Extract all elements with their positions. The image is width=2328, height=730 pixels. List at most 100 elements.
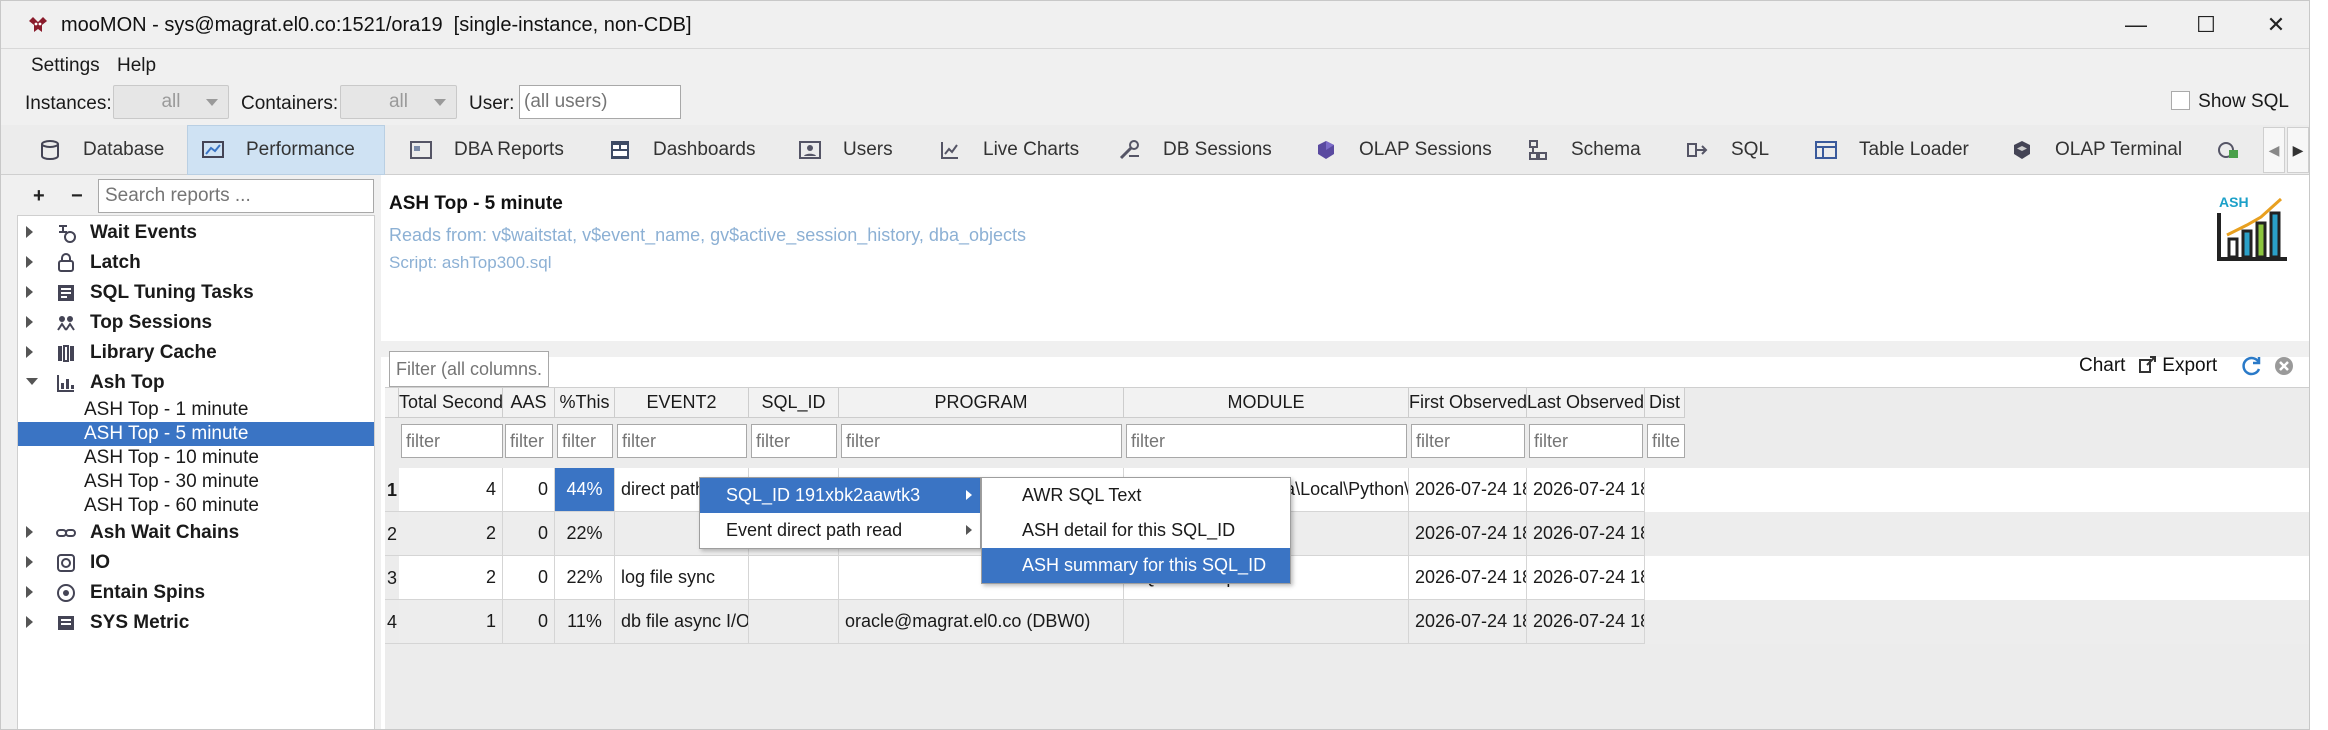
submenu-ash-detail[interactable]: ASH detail for this SQL_ID [982, 513, 1290, 548]
column-header[interactable]: Dist [1645, 388, 1685, 418]
expand-arrow-icon[interactable] [26, 616, 33, 628]
tree-node-top-sessions[interactable]: Top Sessions [18, 308, 374, 338]
context-menu-event[interactable]: Event direct path read [700, 513, 980, 548]
cell-last-observed[interactable]: 2026-07-24 18:19:23 [1527, 600, 1645, 644]
menu-help[interactable]: Help [117, 55, 156, 77]
tree-node-ash-top[interactable]: Ash Top [18, 368, 374, 398]
tab-scroll-left-button[interactable]: ◀ [2263, 127, 2285, 173]
instances-select[interactable]: all [113, 85, 229, 119]
tree-node-library-cache[interactable]: Library Cache [18, 338, 374, 368]
cell-first-observed[interactable]: 2026-07-24 18:19:23 [1409, 600, 1527, 644]
chart-button[interactable]: Chart [2079, 355, 2125, 377]
cell-pct-this[interactable]: 11% [555, 600, 615, 644]
cell-pct-this[interactable]: 44% [555, 468, 615, 512]
cell-first-observed[interactable]: 2026-07-24 18:19:02 [1409, 512, 1527, 556]
column-filter-input[interactable] [1126, 424, 1407, 458]
cell-total-seconds[interactable]: 1 [399, 600, 503, 644]
tree-leaf-ash-top-60-minute[interactable]: ASH Top - 60 minute [18, 494, 374, 518]
clear-icon[interactable] [2273, 355, 2295, 377]
tree-node-sys-metric[interactable]: SYS Metric [18, 608, 374, 638]
cell-module[interactable] [1124, 600, 1409, 644]
context-menu-sql-id[interactable]: SQL_ID 191xbk2aawtk3 [700, 478, 980, 513]
column-header[interactable]: EVENT2 [615, 388, 749, 418]
tab-users[interactable]: Users [785, 125, 915, 175]
cell-total-seconds[interactable]: 2 [399, 512, 503, 556]
cell-sql-id[interactable] [749, 556, 839, 600]
show-sql-toggle[interactable]: Show SQL [2171, 91, 2289, 113]
tab-olap-sessions[interactable]: OLAP Sessions [1301, 125, 1515, 175]
cell-total-seconds[interactable]: 2 [399, 556, 503, 600]
column-filter-input[interactable] [505, 424, 553, 458]
show-sql-checkbox[interactable] [2171, 91, 2191, 110]
expand-arrow-icon[interactable] [26, 316, 33, 328]
close-button[interactable]: ✕ [2241, 1, 2309, 49]
table-row[interactable]: 4 1 0 11% db file async I/O submit oracl… [385, 600, 2309, 644]
column-filter-input[interactable] [1647, 424, 1685, 458]
cell-first-observed[interactable]: 2026-07-24 18:19:02 [1409, 556, 1527, 600]
column-filter-input[interactable] [617, 424, 747, 458]
cell-program[interactable]: oracle@magrat.el0.co (DBW0) [839, 600, 1124, 644]
tab-scroll-right-button[interactable]: ▶ [2287, 127, 2309, 173]
tree-leaf-ash-top-5-minute[interactable]: ASH Top - 5 minute [18, 422, 374, 446]
tab-performance[interactable]: Performance [187, 125, 385, 175]
cell-event2[interactable]: log file sync [615, 556, 749, 600]
tree-node-latch[interactable]: Latch [18, 248, 374, 278]
tab-olap-terminal[interactable]: OLAP Terminal [1997, 125, 2187, 175]
tree-leaf-ash-top-30-minute[interactable]: ASH Top - 30 minute [18, 470, 374, 494]
cell-pct-this[interactable]: 22% [555, 556, 615, 600]
collapse-arrow-icon[interactable] [26, 378, 38, 385]
expand-all-button[interactable]: + [33, 185, 45, 208]
cell-last-observed[interactable]: 2026-07-24 18:21:32 [1527, 556, 1645, 600]
column-filter-input[interactable] [557, 424, 613, 458]
tree-node-wait-events[interactable]: Wait Events [18, 218, 374, 248]
table-row[interactable]: 2 2 0 22% 2026-07-24 18:19:02 2026-07-24… [385, 512, 2309, 556]
tab-sql[interactable]: SQL [1673, 125, 1793, 175]
table-row[interactable]: 3 2 0 22% log file sync SQL Developer 20… [385, 556, 2309, 600]
grid-filter-input[interactable] [389, 351, 549, 387]
cell-event2[interactable]: db file async I/O submit [615, 600, 749, 644]
tree-leaf-ash-top-1-minute[interactable]: ASH Top - 1 minute [18, 398, 374, 422]
cell-first-observed[interactable]: 2026-07-24 18:22:46 [1409, 468, 1527, 512]
column-filter-input[interactable] [1529, 424, 1643, 458]
column-header[interactable]: AAS [503, 388, 555, 418]
cell-aas[interactable]: 0 [503, 512, 555, 556]
minimize-button[interactable]: — [2101, 1, 2171, 49]
tab-dashboards[interactable]: Dashboards [595, 125, 775, 175]
expand-arrow-icon[interactable] [26, 286, 33, 298]
cell-aas[interactable]: 0 [503, 468, 555, 512]
tab-schema[interactable]: Schema [1513, 125, 1661, 175]
refresh-icon[interactable] [2241, 355, 2263, 377]
cell-aas[interactable]: 0 [503, 556, 555, 600]
collapse-all-button[interactable]: − [71, 185, 83, 208]
user-input[interactable] [519, 85, 681, 119]
expand-arrow-icon[interactable] [26, 256, 33, 268]
column-header[interactable]: SQL_ID [749, 388, 839, 418]
column-filter-input[interactable] [751, 424, 837, 458]
report-search-input[interactable] [98, 179, 374, 213]
export-button[interactable]: Export [2139, 355, 2217, 377]
column-filter-input[interactable] [1411, 424, 1525, 458]
column-header[interactable]: Last Observed [1527, 388, 1645, 418]
expand-arrow-icon[interactable] [26, 586, 33, 598]
cell-last-observed[interactable]: 2026-07-24 18:22:49 [1527, 468, 1645, 512]
tree-node-entain-spins[interactable]: Entain Spins [18, 578, 374, 608]
column-header[interactable]: Total Seconds [399, 388, 503, 418]
table-row[interactable]: 1 4 0 44% direct path read 191xbk2aawtk3… [385, 468, 2309, 512]
column-header[interactable]: PROGRAM [839, 388, 1124, 418]
tab-live-charts[interactable]: Live Charts [925, 125, 1085, 175]
expand-arrow-icon[interactable] [26, 526, 33, 538]
cell-sql-id[interactable] [749, 600, 839, 644]
column-header[interactable]: First Observed [1409, 388, 1527, 418]
column-filter-input[interactable] [401, 424, 503, 458]
column-header[interactable]: MODULE [1124, 388, 1409, 418]
column-header[interactable]: %This [555, 388, 615, 418]
tab-overflow[interactable] [2203, 125, 2243, 175]
expand-arrow-icon[interactable] [26, 226, 33, 238]
cell-total-seconds[interactable]: 4 [399, 468, 503, 512]
expand-arrow-icon[interactable] [26, 556, 33, 568]
cell-last-observed[interactable]: 2026-07-24 18:20:46 [1527, 512, 1645, 556]
maximize-button[interactable]: ☐ [2171, 1, 2241, 49]
menu-settings[interactable]: Settings [31, 55, 100, 77]
expand-arrow-icon[interactable] [26, 346, 33, 358]
tab-table-loader[interactable]: Table Loader [1801, 125, 1981, 175]
